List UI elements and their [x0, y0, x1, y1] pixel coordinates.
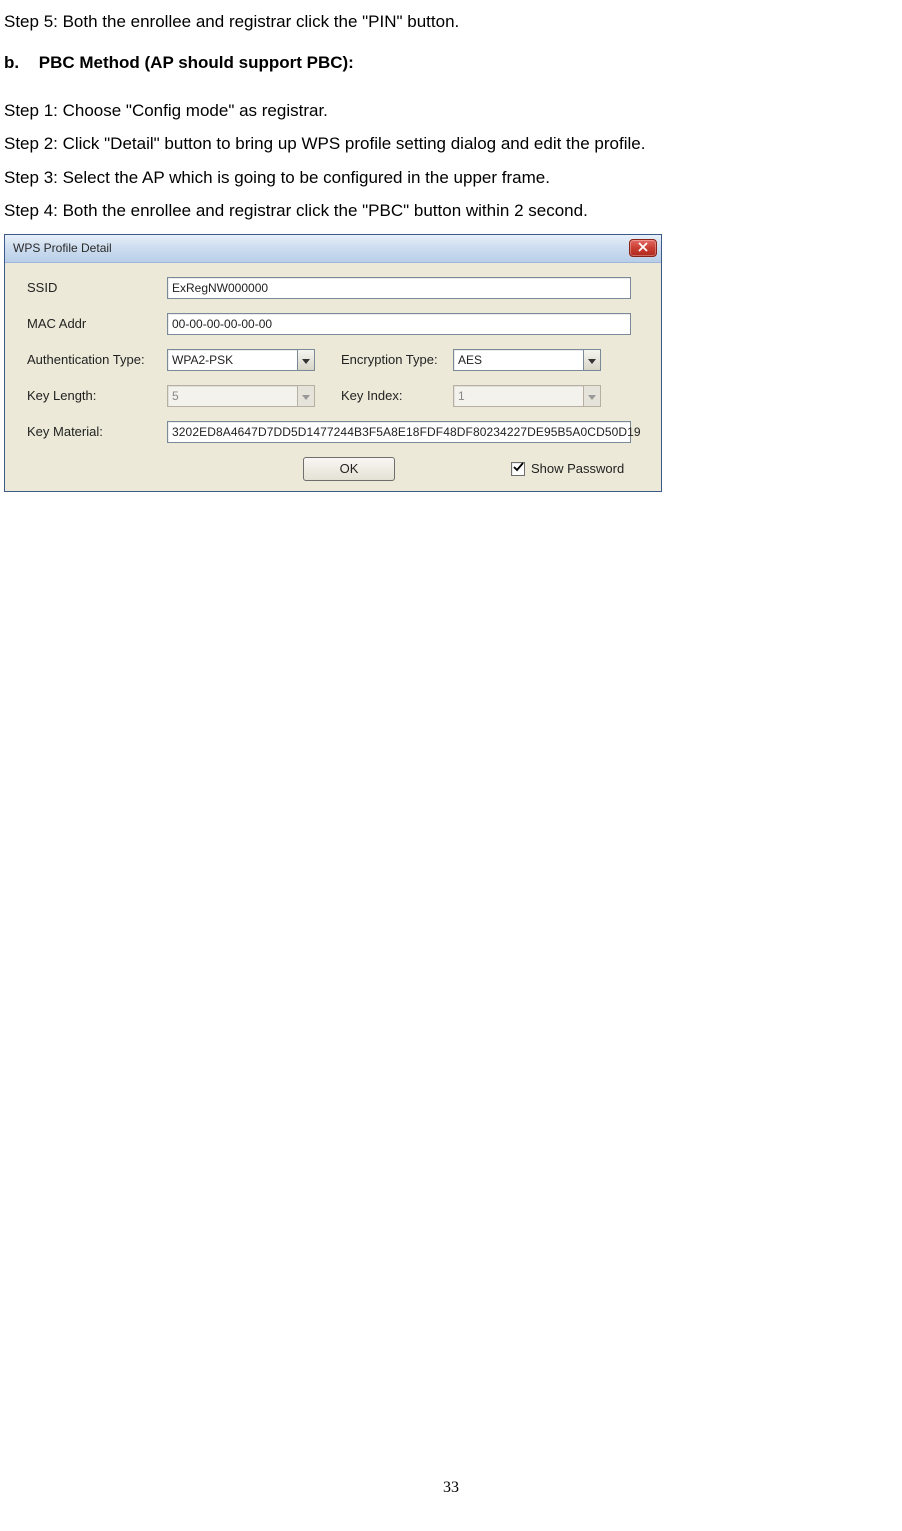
key-length-value: 5 — [167, 385, 297, 407]
chevron-down-icon — [302, 353, 310, 367]
key-length-dropdown-button — [297, 385, 315, 407]
key-index-dropdown-button — [583, 385, 601, 407]
label-ssid: SSID — [27, 280, 167, 295]
wps-profile-dialog: WPS Profile Detail SSID ExRegNW000000 MA… — [4, 234, 662, 492]
page-number: 33 — [0, 1479, 902, 1497]
label-key-length: Key Length: — [27, 388, 167, 403]
heading-letter: b. — [4, 53, 34, 73]
label-auth-type: Authentication Type: — [27, 352, 167, 367]
step-5-text: Step 5: Both the enrollee and registrar … — [4, 8, 902, 35]
enc-type-value: AES — [453, 349, 583, 371]
heading-text: PBC Method (AP should support PBC): — [39, 53, 354, 72]
enc-type-select[interactable]: AES — [453, 349, 601, 371]
heading-pbc: b. PBC Method (AP should support PBC): — [4, 53, 902, 73]
chevron-down-icon — [588, 353, 596, 367]
key-material-input[interactable]: 3202ED8A4647D7DD5D1477244B3F5A8E18FDF48D… — [167, 421, 631, 443]
chevron-down-icon — [302, 389, 310, 403]
key-index-value: 1 — [453, 385, 583, 407]
ssid-input[interactable]: ExRegNW000000 — [167, 277, 631, 299]
show-password-label: Show Password — [531, 461, 624, 476]
auth-type-select[interactable]: WPA2-PSK — [167, 349, 315, 371]
auth-type-dropdown-button[interactable] — [297, 349, 315, 371]
label-mac: MAC Addr — [27, 316, 167, 331]
step-1-text: Step 1: Choose "Config mode" as registra… — [4, 97, 902, 124]
enc-type-dropdown-button[interactable] — [583, 349, 601, 371]
label-key-index: Key Index: — [341, 388, 453, 403]
step-4-text: Step 4: Both the enrollee and registrar … — [4, 197, 902, 224]
chevron-down-icon — [588, 389, 596, 403]
dialog-titlebar[interactable]: WPS Profile Detail — [5, 235, 661, 263]
auth-type-value: WPA2-PSK — [167, 349, 297, 371]
dialog-title: WPS Profile Detail — [13, 241, 112, 255]
ok-button[interactable]: OK — [303, 457, 395, 481]
close-icon — [638, 242, 648, 255]
close-button[interactable] — [629, 239, 657, 257]
step-3-text: Step 3: Select the AP which is going to … — [4, 164, 902, 191]
step-2-text: Step 2: Click "Detail" button to bring u… — [4, 130, 902, 157]
key-index-select: 1 — [453, 385, 601, 407]
key-length-select: 5 — [167, 385, 315, 407]
mac-input[interactable]: 00-00-00-00-00-00 — [167, 313, 631, 335]
label-key-material: Key Material: — [27, 424, 167, 439]
checkmark-icon — [513, 461, 524, 476]
label-enc-type: Encryption Type: — [341, 352, 453, 367]
show-password-checkbox[interactable] — [511, 462, 525, 476]
